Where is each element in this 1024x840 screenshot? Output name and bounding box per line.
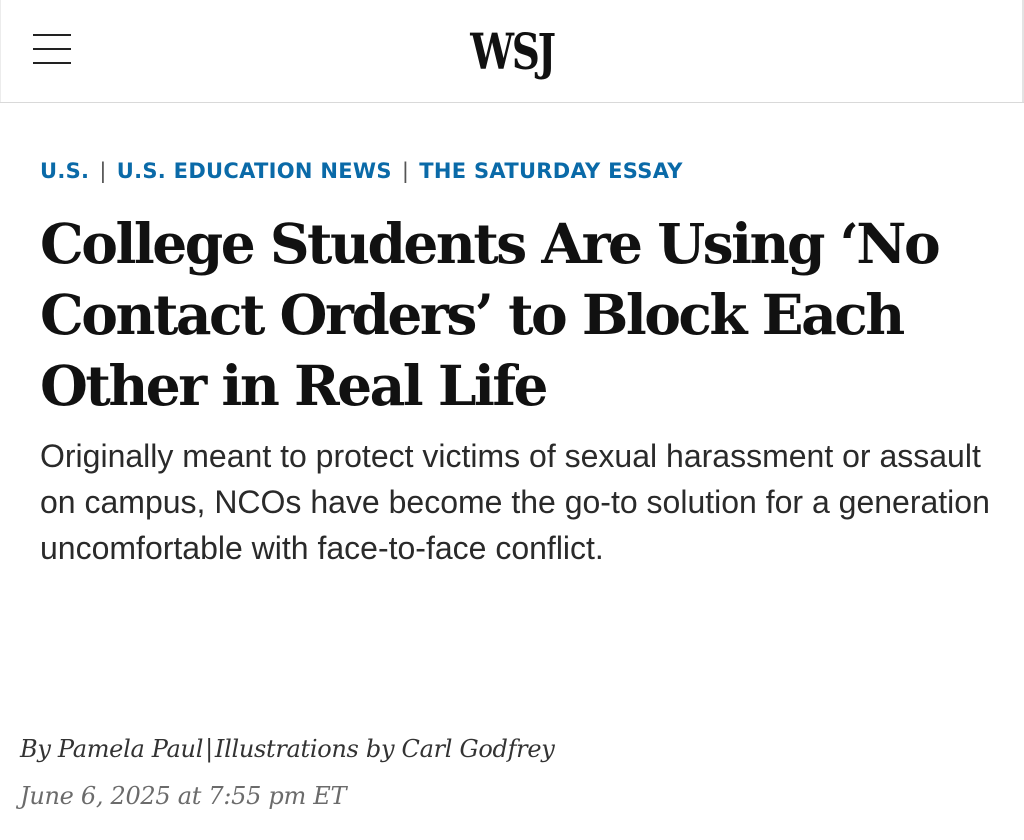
breadcrumb-us[interactable]: U.S.: [40, 159, 89, 183]
article-byline: By Pamela Paul|Illustrations by Carl God…: [20, 730, 555, 768]
illustrations-credit: Illustrations by Carl Godfrey: [214, 735, 555, 763]
menu-line: [33, 48, 71, 50]
breadcrumb: U.S. | U.S. EDUCATION NEWS | THE SATURDAY ES…: [40, 156, 683, 186]
author-link[interactable]: By Pamela Paul: [20, 735, 203, 763]
top-navigation-bar: WSJ: [0, 0, 1024, 103]
wsj-logo[interactable]: WSJ: [113, 22, 912, 82]
article-dek: Originally meant to protect victims of s…: [40, 438, 990, 566]
article-page: WSJ U.S. | U.S. EDUCATION NEWS | THE SATURDA…: [0, 0, 1024, 840]
byline-separator: |: [205, 735, 213, 763]
left-border: [0, 0, 1, 102]
breadcrumb-saturday-essay[interactable]: THE SATURDAY ESSAY: [419, 159, 683, 183]
menu-line: [33, 34, 71, 36]
menu-line: [33, 62, 71, 64]
breadcrumb-separator: |: [99, 159, 107, 183]
breadcrumb-separator: |: [401, 159, 410, 183]
article-timestamp: June 6, 2025 at 7:55 pm ET: [20, 782, 347, 810]
article-headline: College Students Are Using ‘No Contact O…: [40, 211, 941, 418]
hamburger-menu-icon[interactable]: [31, 32, 73, 66]
breadcrumb-us-education-news[interactable]: U.S. EDUCATION NEWS: [117, 159, 392, 183]
